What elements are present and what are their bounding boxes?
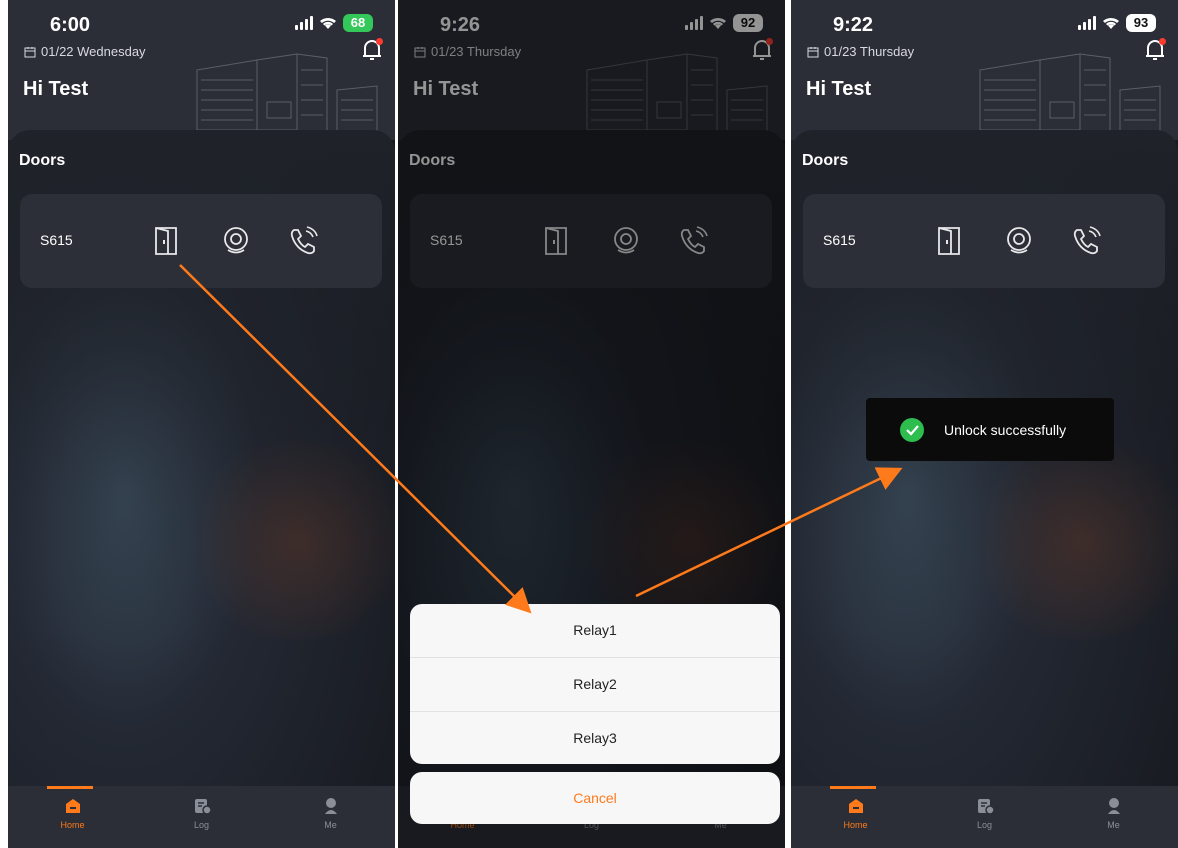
door-card: S615 xyxy=(803,194,1165,288)
tab-home[interactable]: Home xyxy=(791,786,920,848)
date-text: 01/22 Wednesday xyxy=(41,44,146,59)
relay-option-2[interactable]: Relay2 xyxy=(410,658,780,712)
call-icon[interactable] xyxy=(286,224,320,258)
log-icon xyxy=(977,799,995,815)
status-bar: 9:22 93 xyxy=(791,0,1178,46)
active-tab-indicator xyxy=(47,786,93,789)
cancel-button[interactable]: Cancel xyxy=(410,772,780,824)
building-illustration xyxy=(196,53,378,136)
greeting: Hi Test xyxy=(23,78,89,100)
signal-icon xyxy=(1078,16,1096,30)
relay-option-3[interactable]: Relay3 xyxy=(410,712,780,764)
tab-me[interactable]: Me xyxy=(266,786,395,848)
profile-icon xyxy=(324,798,337,814)
tab-me[interactable]: Me xyxy=(1049,786,1178,848)
tab-label: Home xyxy=(843,820,868,830)
status-time: 6:00 xyxy=(50,14,91,36)
building-illustration xyxy=(979,53,1161,136)
phone-screen-home: 6:00 68 01/22 Wednesday Hi Test Doors S6… xyxy=(8,0,395,848)
tab-home[interactable]: Home xyxy=(8,786,137,848)
date-row: 01/23 Thursday xyxy=(807,44,914,59)
tab-label: Home xyxy=(60,820,85,830)
unlock-success-toast: Unlock successfully xyxy=(866,398,1114,461)
tab-bar: Home Log Me xyxy=(8,786,395,848)
notification-dot xyxy=(1159,38,1166,45)
calendar-icon xyxy=(24,46,36,57)
doors-section-title: Doors xyxy=(19,152,66,169)
relay-option-1[interactable]: Relay1 xyxy=(410,604,780,658)
door-card: S615 xyxy=(20,194,382,288)
door-name: S615 xyxy=(823,232,856,248)
door-unlock-icon[interactable] xyxy=(150,224,184,258)
tab-label: Me xyxy=(324,820,337,830)
signal-icon xyxy=(295,16,313,30)
date-row: 01/22 Wednesday xyxy=(24,44,146,59)
tab-label: Log xyxy=(976,820,993,830)
wifi-icon xyxy=(1103,17,1119,29)
camera-icon[interactable] xyxy=(1002,224,1036,258)
status-time: 9:22 xyxy=(833,14,874,36)
home-icon xyxy=(65,799,80,813)
tab-log[interactable]: Log xyxy=(920,786,1049,848)
home-icon xyxy=(848,799,863,813)
tab-label: Me xyxy=(1107,820,1120,830)
calendar-icon xyxy=(807,46,819,57)
notification-bell-icon[interactable] xyxy=(1144,38,1166,62)
active-tab-indicator xyxy=(830,786,876,789)
wifi-icon xyxy=(320,17,336,29)
door-unlock-icon[interactable] xyxy=(933,224,967,258)
tab-bar: Home Log Me xyxy=(791,786,1178,848)
doors-section-title: Doors xyxy=(802,152,849,169)
battery-indicator: 68 xyxy=(343,14,373,32)
profile-icon xyxy=(1107,798,1120,814)
tab-label: Log xyxy=(193,820,210,830)
content-panel: Doors S615 xyxy=(791,130,1178,848)
call-icon[interactable] xyxy=(1069,224,1103,258)
camera-icon[interactable] xyxy=(219,224,253,258)
tab-log[interactable]: Log xyxy=(137,786,266,848)
status-bar: 6:00 68 xyxy=(8,0,395,46)
phone-screen-relay-select: 9:26 92 01/23 Thursday Hi Test Doors S61… xyxy=(398,0,785,848)
relay-action-sheet: Relay1 Relay2 Relay3 xyxy=(410,604,780,764)
battery-indicator: 93 xyxy=(1126,14,1156,32)
checkmark-success-icon xyxy=(900,417,924,442)
notification-bell-icon[interactable] xyxy=(361,38,383,62)
notification-dot xyxy=(376,38,383,45)
date-text: 01/23 Thursday xyxy=(824,44,915,59)
content-panel: Doors S615 xyxy=(8,130,395,848)
door-name: S615 xyxy=(40,232,73,248)
toast-message: Unlock successfully xyxy=(944,421,1067,438)
phone-screen-unlock-success: 9:22 93 01/23 Thursday Hi Test Doors S61… xyxy=(791,0,1178,848)
greeting: Hi Test xyxy=(806,78,872,100)
log-icon xyxy=(194,799,212,815)
